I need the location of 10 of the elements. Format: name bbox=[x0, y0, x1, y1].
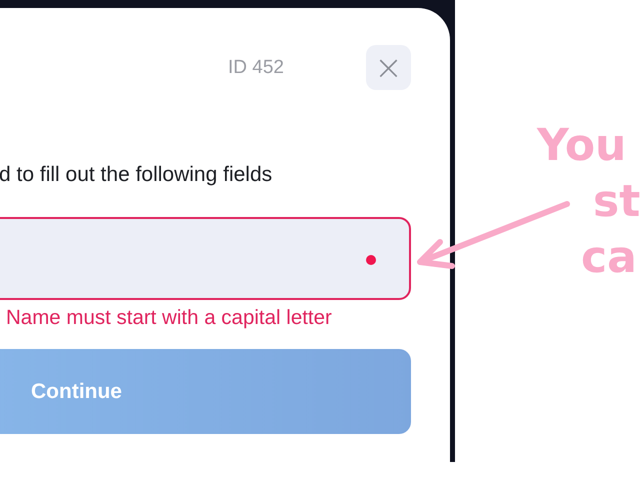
annotation-text: You bbox=[537, 119, 626, 173]
id-label: ID 452 bbox=[228, 56, 284, 78]
error-message: Name must start with a capital letter bbox=[6, 306, 333, 330]
continue-button[interactable]: Continue bbox=[0, 349, 411, 434]
instruction-text: d to fill out the following fields bbox=[0, 163, 274, 187]
annotation-text: ca bbox=[581, 231, 637, 285]
annotation-text: st bbox=[593, 175, 640, 229]
name-field[interactable] bbox=[0, 217, 411, 300]
close-button[interactable]: × bbox=[366, 45, 411, 90]
error-dot-icon bbox=[366, 255, 376, 265]
